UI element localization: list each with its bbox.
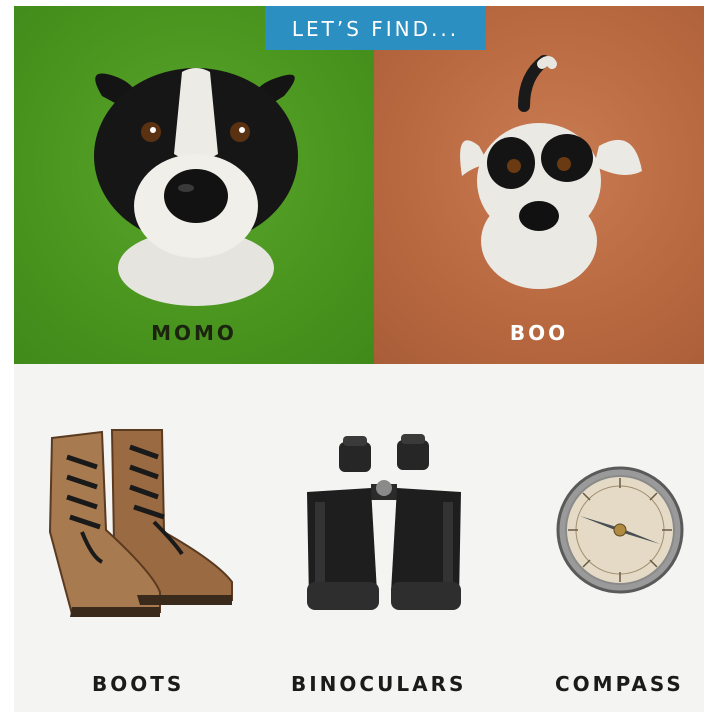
momo-dog-image: [94, 68, 298, 306]
compass-icon: [556, 466, 684, 594]
dog-card-momo[interactable]: MOMO: [14, 6, 374, 364]
boo-dog-image: [460, 55, 642, 289]
dog-card-boo[interactable]: BOO: [374, 6, 704, 364]
dog-name-boo: BOO: [509, 321, 569, 345]
binoculars-icon: [307, 434, 461, 610]
items-to-find: BOOTS BINOCULARS COMPASS: [14, 364, 704, 712]
item-label-compass: COMPASS: [555, 672, 684, 696]
item-label-binoculars: BINOCULARS: [291, 672, 467, 696]
scavenger-hunt-card: MOMO BOO LET’S FIND... BOOTS BINOCULARS …: [14, 6, 704, 712]
lets-find-banner: LET’S FIND...: [265, 6, 486, 50]
dog-name-momo: MOMO: [151, 321, 237, 345]
item-label-boots: BOOTS: [92, 672, 185, 696]
boots-icon: [48, 429, 233, 617]
